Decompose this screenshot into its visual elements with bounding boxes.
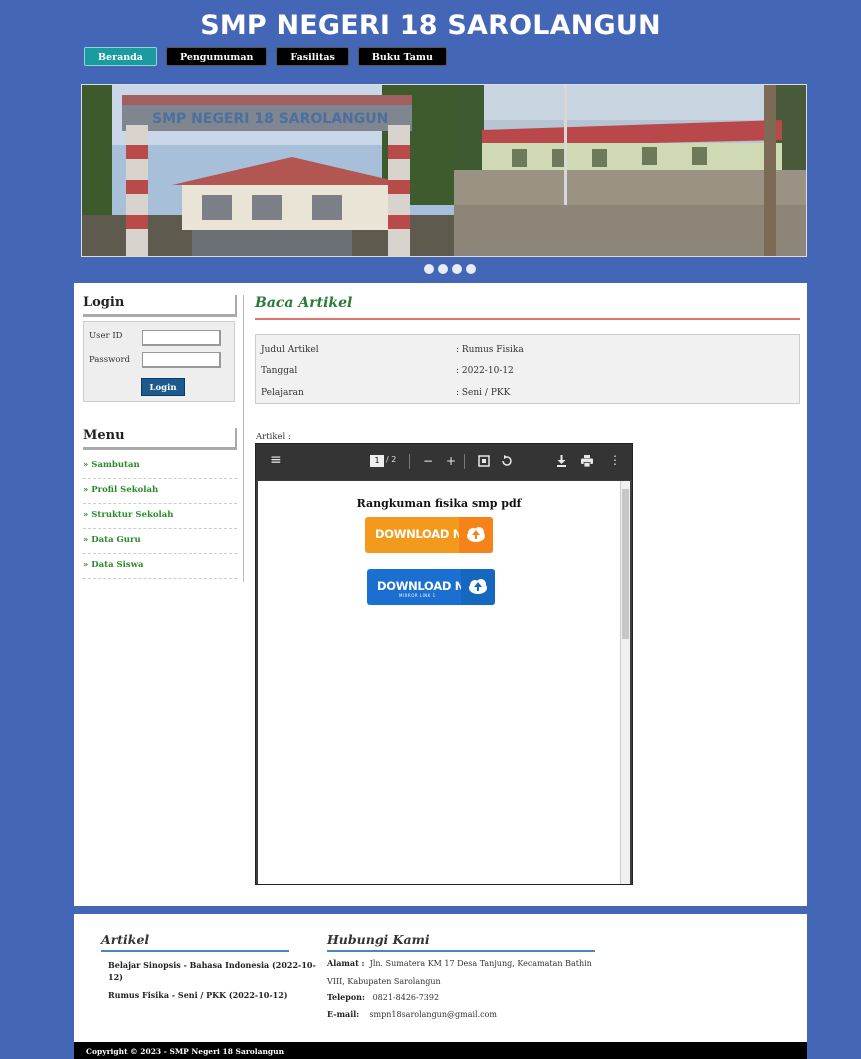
tanggal-value: : 2022-10-12 <box>456 366 514 376</box>
nav-beranda[interactable]: Beranda <box>84 47 157 66</box>
page-total: / 2 <box>386 455 397 464</box>
article-content: Baca Artikel Judul Artikel : Rumus Fisik… <box>255 295 800 404</box>
footer-artikel-link[interactable]: Belajar Sinopsis - Bahasa Indonesia (202… <box>108 959 316 971</box>
telepon-line: Telepon: 0821-8426-7392 <box>327 991 439 1004</box>
slide-dot[interactable] <box>452 264 462 274</box>
download-icon[interactable] <box>556 455 567 470</box>
mirror-link-label: MIRROR LINK 1 <box>399 593 436 598</box>
zoom-in-icon[interactable]: + <box>446 454 456 468</box>
rotate-icon[interactable] <box>501 455 513 470</box>
password-label: Password <box>89 355 131 365</box>
pdf-scrollbar[interactable] <box>620 481 630 884</box>
judul-value: : Rumus Fisika <box>456 345 524 355</box>
pdf-heading: Rangkuman fisika smp pdf <box>356 497 522 510</box>
more-options-icon[interactable]: ⋮ <box>609 453 621 467</box>
nav-buku-tamu[interactable]: Buku Tamu <box>357 47 447 66</box>
page-number-input[interactable]: 1 <box>370 455 384 467</box>
cloud-upload-icon <box>459 517 493 553</box>
hamburger-menu-icon[interactable]: ≡ <box>270 452 282 468</box>
copyright-bar: Copyright © 2023 - SMP Negeri 18 Sarolan… <box>74 1042 807 1059</box>
menu-title: Menu <box>83 428 237 450</box>
judul-label: Judul Artikel <box>261 345 319 355</box>
user-id-label: User ID <box>89 331 123 341</box>
user-id-input[interactable] <box>142 330 221 346</box>
nav-pengumuman[interactable]: Pengumuman <box>165 47 268 66</box>
fit-page-icon[interactable] <box>478 455 490 470</box>
password-input[interactable] <box>142 352 221 368</box>
footer-artikel-link[interactable]: Rumus Fisika - Seni / PKK (2022-10-12) <box>108 989 288 1001</box>
alamat-value-cont: VIII, Kabupaten Sarolangun <box>327 977 441 986</box>
alamat-label: Alamat : <box>327 958 365 968</box>
pdf-page: Rangkuman fisika smp pdf DOWNLOAD NOW DO… <box>258 481 620 884</box>
pelajaran-label: Pelajaran <box>261 388 304 398</box>
zoom-out-icon[interactable]: − <box>423 454 433 468</box>
sidebar-divider <box>243 295 244 582</box>
toolbar-separator <box>409 454 410 469</box>
artikel-label: Artikel : <box>256 432 291 442</box>
nav-fasilitas[interactable]: Fasilitas <box>276 47 349 66</box>
slide-dot[interactable] <box>424 264 434 274</box>
footer-artikel-link-cont[interactable]: 12) <box>108 971 123 983</box>
article-section-title: Baca Artikel <box>255 295 800 320</box>
slide-dot[interactable] <box>438 264 448 274</box>
toolbar-separator <box>464 454 465 469</box>
pdf-toolbar: ≡ 1 / 2 − + ⋮ <box>256 444 632 480</box>
menu-item-data-siswa[interactable]: » Data Siswa <box>83 554 237 579</box>
main-panel: Login User ID Password Login Menu » Samb… <box>74 283 807 906</box>
tanggal-label: Tanggal <box>261 366 298 376</box>
cloud-upload-icon <box>461 569 495 605</box>
menu-item-data-guru[interactable]: » Data Guru <box>83 529 237 554</box>
telepon-label: Telepon: <box>327 992 365 1002</box>
pdf-viewer[interactable]: ≡ 1 / 2 − + ⋮ Rangkuman fisika smp pdf D… <box>255 443 633 885</box>
email-line: E-mail: smpn18sarolangun@gmail.com <box>327 1008 497 1021</box>
slide-dot[interactable] <box>466 264 476 274</box>
slide-indicator <box>424 264 476 274</box>
login-button[interactable]: Login <box>141 378 185 396</box>
login-form: User ID Password Login <box>83 321 235 402</box>
email-label: E-mail: <box>327 1009 360 1019</box>
email-value[interactable]: smpn18sarolangun@gmail.com <box>369 1010 497 1019</box>
sidebar: Login User ID Password Login Menu » Samb… <box>83 295 237 579</box>
banner-slideshow[interactable]: SMP NEGERI 18 SAROLANGUN <box>81 84 807 257</box>
login-title: Login <box>83 295 237 317</box>
alamat-value: Jln. Sumatera KM 17 Desa Tanjung, Kecama… <box>369 959 592 968</box>
footer-artikel-title: Artikel <box>101 932 289 952</box>
menu-item-struktur-sekolah[interactable]: » Struktur Sekolah <box>83 504 237 529</box>
banner-image: SMP NEGERI 18 SAROLANGUN <box>82 85 806 256</box>
site-title: SMP NEGERI 18 SAROLANGUN <box>200 10 661 41</box>
print-icon[interactable] <box>581 455 593 470</box>
download-now-button[interactable]: DOWNLOAD NOW <box>365 517 493 553</box>
pdf-scroll-thumb[interactable] <box>622 489 629 639</box>
main-nav: Beranda Pengumuman Fasilitas Buku Tamu <box>84 47 447 66</box>
pelajaran-value: : Seni / PKK <box>456 388 511 398</box>
download-mirror-button[interactable]: DOWNLOAD NOW MIRROR LINK 1 <box>367 569 495 605</box>
menu-item-sambutan[interactable]: » Sambutan <box>83 454 237 479</box>
banner-sign-text: SMP NEGERI 18 SAROLANGUN <box>152 111 388 127</box>
footer-contact-title: Hubungi Kami <box>327 932 595 952</box>
alamat-line: Alamat : Jln. Sumatera KM 17 Desa Tanjun… <box>327 957 592 970</box>
article-info-box: Judul Artikel : Rumus Fisika Tanggal : 2… <box>255 334 800 404</box>
menu-item-profil-sekolah[interactable]: » Profil Sekolah <box>83 479 237 504</box>
menu-list: » Sambutan » Profil Sekolah » Struktur S… <box>83 454 237 579</box>
telepon-value: 0821-8426-7392 <box>372 993 440 1002</box>
footer: Artikel Belajar Sinopsis - Bahasa Indone… <box>74 914 807 1042</box>
